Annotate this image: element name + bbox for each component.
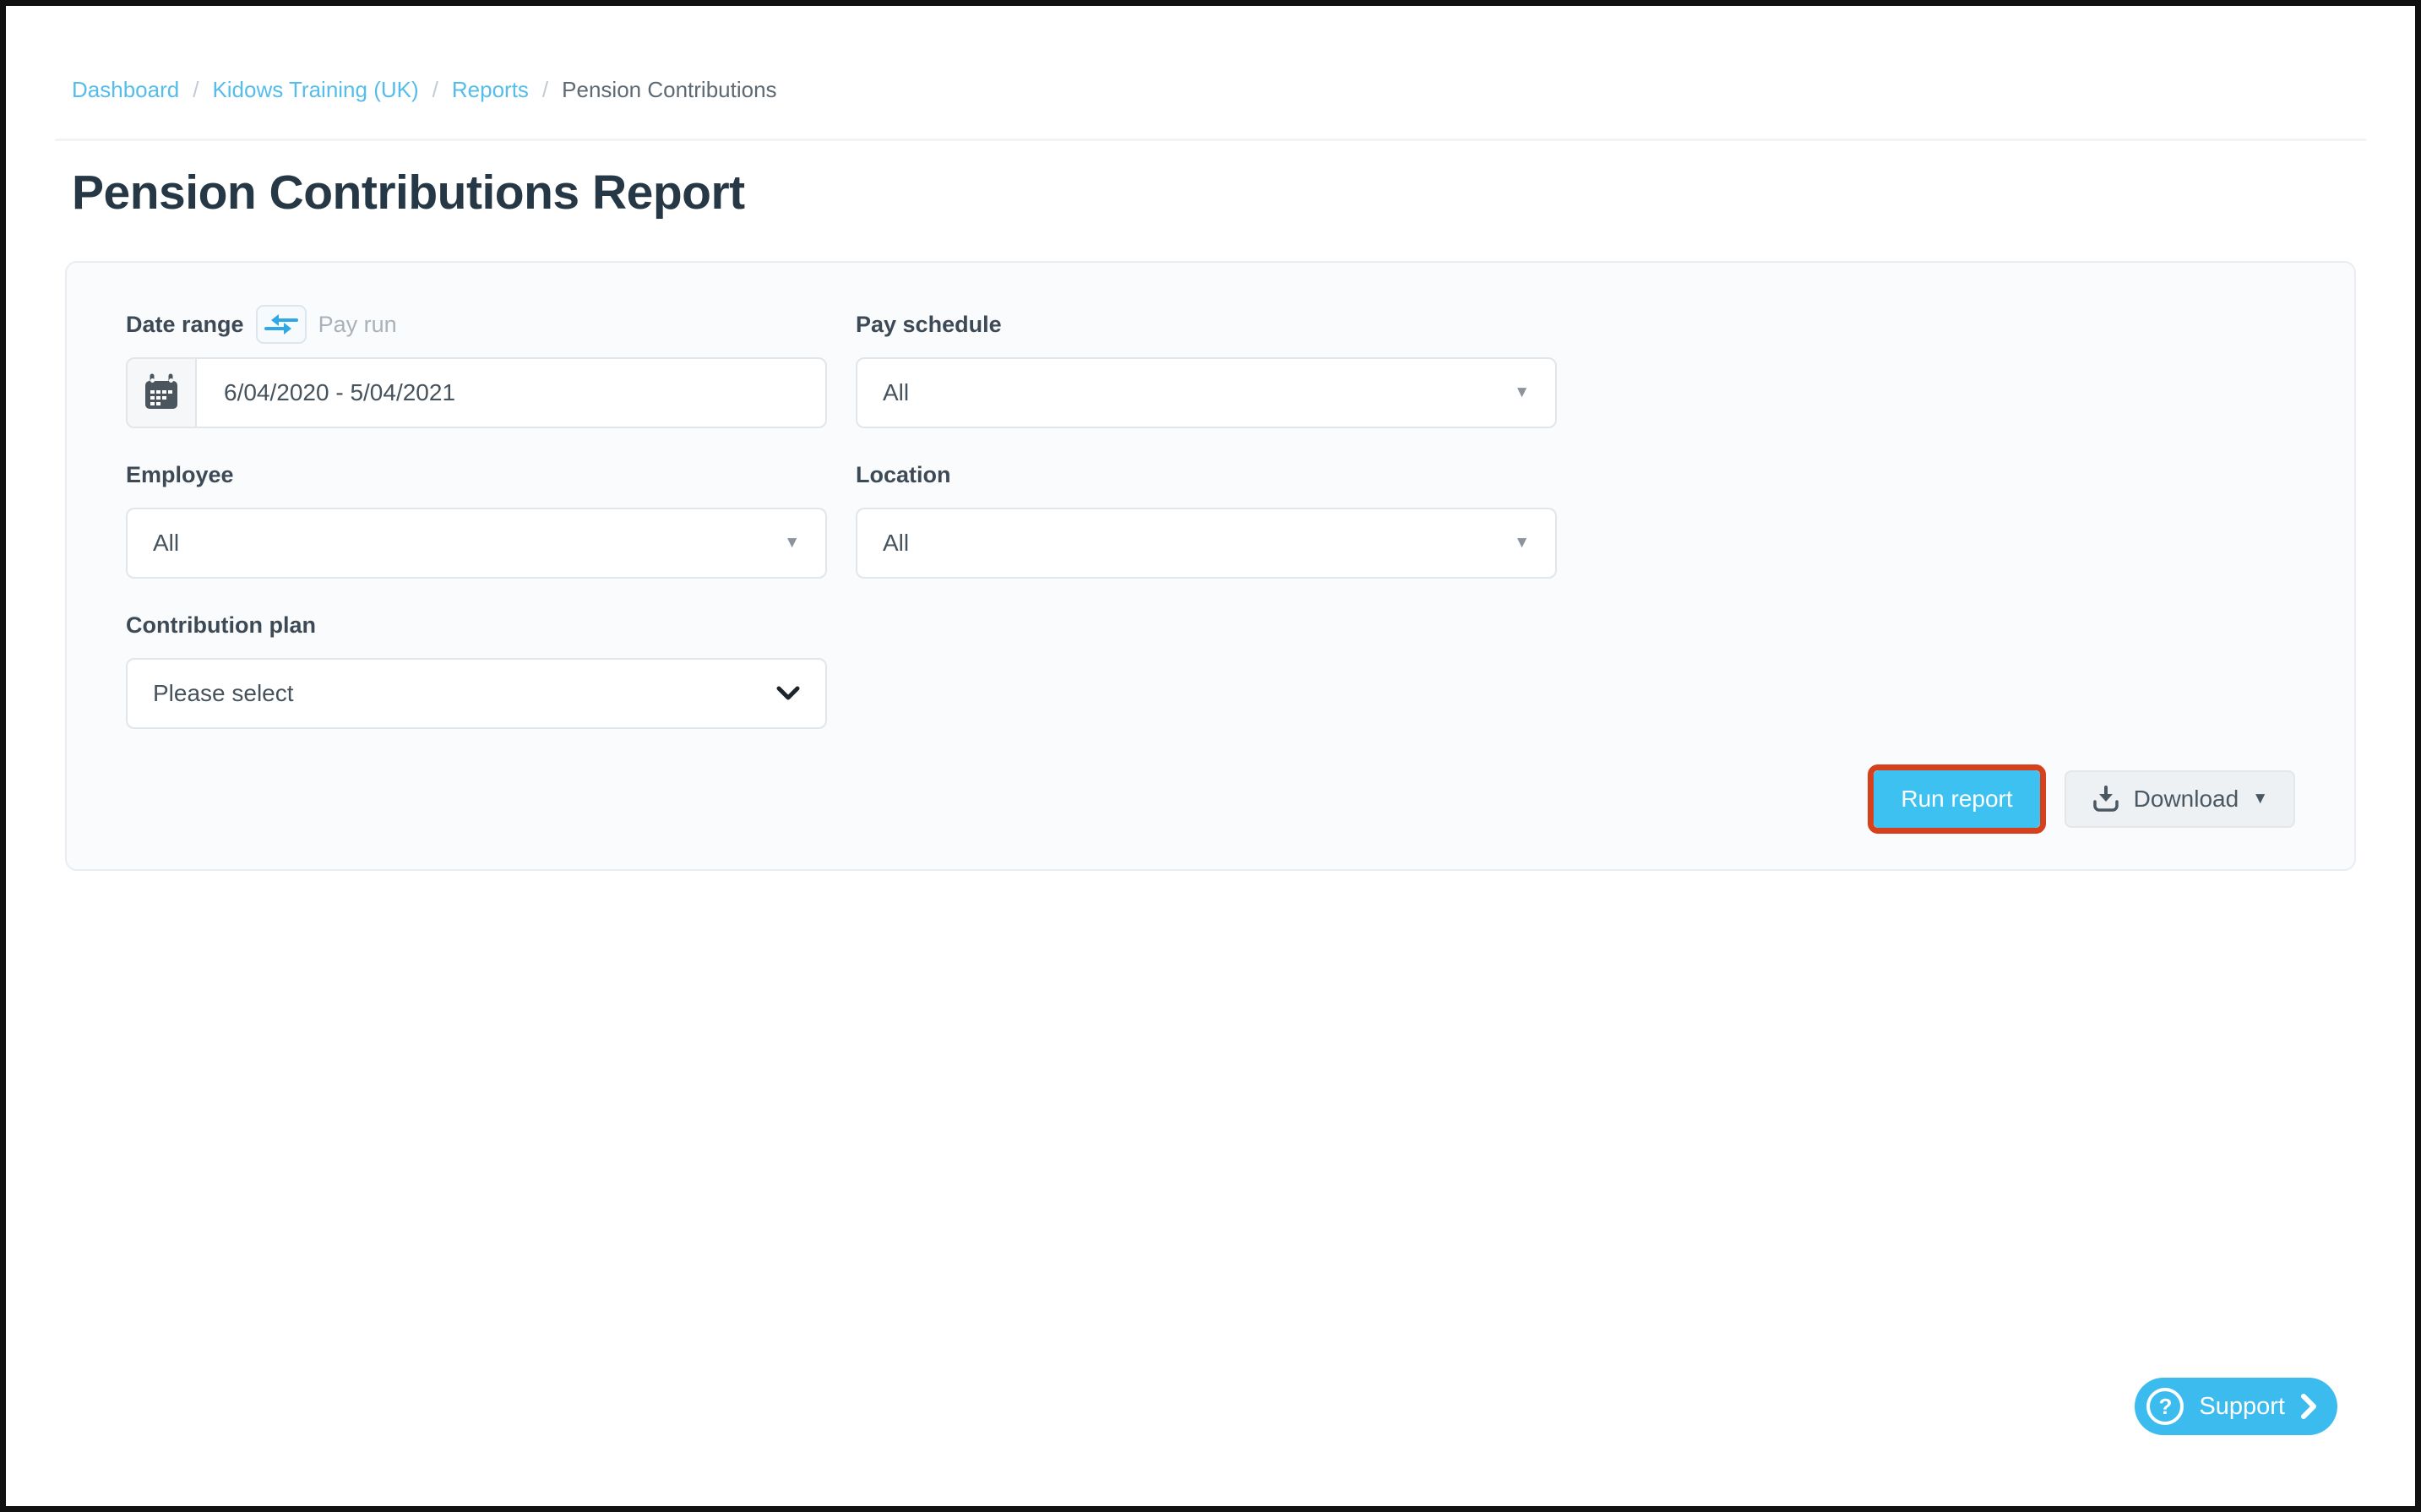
pay-run-mode-label: Pay run <box>318 311 397 337</box>
employee-label: Employee <box>126 461 234 487</box>
employee-select[interactable]: All ▼ <box>126 508 827 579</box>
location-label-row: Location <box>856 455 1557 494</box>
page-title: Pension Contributions Report <box>72 166 745 220</box>
pay-schedule-value: All <box>883 379 910 405</box>
contribution-plan-select[interactable]: Please select <box>126 658 827 729</box>
contribution-plan-value: Please select <box>153 680 294 706</box>
breadcrumb-separator: / <box>193 77 199 102</box>
breadcrumb-separator: / <box>432 77 438 102</box>
pay-schedule-label: Pay schedule <box>856 311 1002 337</box>
breadcrumb-separator: / <box>541 77 549 102</box>
download-icon <box>2092 785 2120 813</box>
date-mode-toggle-button[interactable] <box>255 305 307 344</box>
location-value: All <box>883 530 910 556</box>
caret-down-icon: ▼ <box>2252 790 2268 808</box>
chevron-right-icon <box>2300 1394 2317 1419</box>
pay-schedule-field: Pay schedule All ▼ <box>856 305 1557 428</box>
location-field: Location All ▼ <box>856 455 1557 579</box>
breadcrumb: Dashboard / Kidows Training (UK) / Repor… <box>65 77 2356 103</box>
pay-schedule-select[interactable]: All ▼ <box>856 357 1557 428</box>
question-mark-icon: ? <box>2146 1388 2184 1425</box>
breadcrumb-current-page: Pension Contributions <box>562 77 777 102</box>
caret-down-icon: ▼ <box>784 534 800 552</box>
employee-value: All <box>153 530 180 556</box>
location-select[interactable]: All ▼ <box>856 508 1557 579</box>
date-range-addon <box>128 359 197 427</box>
employee-label-row: Employee <box>126 455 827 494</box>
location-label: Location <box>856 461 951 487</box>
contribution-plan-label-row: Contribution plan <box>126 606 827 645</box>
contribution-plan-field: Contribution plan Please select <box>126 606 827 729</box>
run-report-highlight-annotation: Run report <box>1868 764 2046 834</box>
header-divider <box>55 139 2366 141</box>
breadcrumb-link-company[interactable]: Kidows Training (UK) <box>212 77 418 103</box>
breadcrumb-link-reports[interactable]: Reports <box>452 77 529 103</box>
download-button[interactable]: Download ▼ <box>2064 770 2295 828</box>
caret-down-icon: ▼ <box>1514 383 1530 401</box>
report-filters-panel: Date range Pay run 6/04/2020 - 5/04/2021… <box>65 261 2356 871</box>
date-range-label: Date range <box>126 311 244 337</box>
pension-contributions-report-page: { "breadcrumb": { "separator": "/", "ite… <box>0 0 2421 1512</box>
chevron-down-icon <box>776 686 800 701</box>
breadcrumb-link-dashboard[interactable]: Dashboard <box>72 77 179 103</box>
pay-schedule-label-row: Pay schedule <box>856 305 1557 344</box>
calendar-icon <box>143 373 180 412</box>
filter-grid: Date range Pay run 6/04/2020 - 5/04/2021… <box>126 305 2295 756</box>
support-label: Support <box>2199 1392 2285 1420</box>
grid-spacer <box>856 606 1557 756</box>
download-label: Download <box>2133 786 2239 812</box>
run-report-button[interactable]: Run report <box>1874 770 2040 828</box>
date-range-field: Date range Pay run <box>126 305 827 428</box>
date-range-label-row: Date range Pay run <box>126 305 827 344</box>
actions-row: Run report Download ▼ <box>126 764 2295 834</box>
caret-down-icon: ▼ <box>1514 534 1530 552</box>
support-button[interactable]: ? Support <box>2135 1378 2337 1435</box>
date-range-input[interactable] <box>197 359 825 427</box>
date-range-input-group <box>126 357 827 428</box>
page-content: Dashboard / Kidows Training (UK) / Repor… <box>6 6 2415 871</box>
employee-field: Employee All ▼ <box>126 455 827 579</box>
swap-arrows-icon <box>264 312 298 337</box>
contribution-plan-label: Contribution plan <box>126 612 316 638</box>
